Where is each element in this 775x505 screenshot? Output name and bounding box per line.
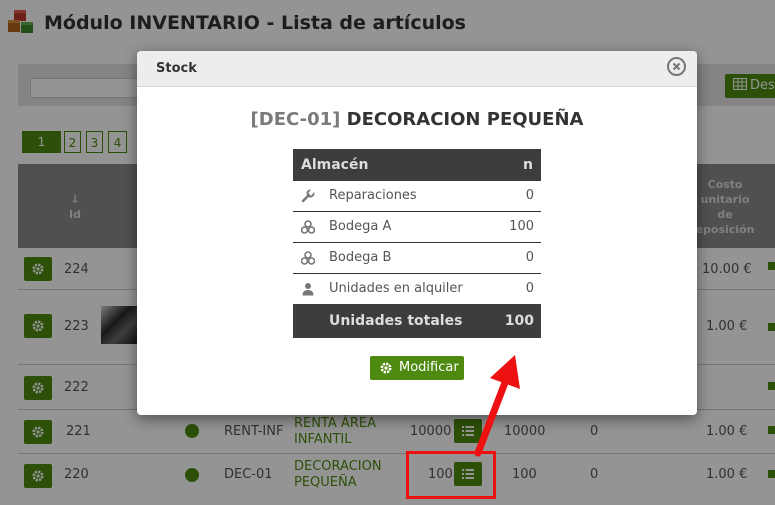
modal-title: Stock xyxy=(156,61,197,76)
stock-modal: Stock [DEC-01] DECORACION PEQUEÑA Almacé… xyxy=(137,51,697,415)
warehouse-column-header: Almacén xyxy=(301,157,369,173)
item-heading: [DEC-01] DECORACION PEQUEÑA xyxy=(137,109,697,130)
item-code: [DEC-01] xyxy=(250,109,341,130)
warehouse-count: 0 xyxy=(525,281,534,296)
stock-table-header: Almacén n xyxy=(293,149,541,181)
boxes-icon xyxy=(301,251,315,265)
stock-total-row: Unidades totales 100 xyxy=(293,304,541,338)
item-name: DECORACION PEQUEÑA xyxy=(346,109,584,130)
close-button[interactable] xyxy=(667,57,686,76)
modify-button[interactable]: Modificar xyxy=(370,356,464,380)
stock-table: Almacén n Reparaciones 0 Bodega A 100 Bo… xyxy=(293,149,541,338)
annotation-arrow-icon xyxy=(474,355,520,457)
boxes-icon xyxy=(301,220,315,234)
warehouse-name: Reparaciones xyxy=(329,188,417,203)
user-icon xyxy=(302,283,314,296)
total-label: Unidades totales xyxy=(329,313,463,329)
warehouse-name: Bodega A xyxy=(329,219,392,234)
wrench-icon xyxy=(301,189,315,203)
gear-icon xyxy=(380,362,392,374)
warehouse-name: Bodega B xyxy=(329,250,392,265)
warehouse-count: 0 xyxy=(525,188,534,203)
stock-row: Bodega A 100 xyxy=(293,212,541,243)
stock-row: Bodega B 0 xyxy=(293,243,541,274)
modify-label: Modificar xyxy=(399,360,459,375)
warehouse-name: Unidades en alquiler xyxy=(329,281,463,296)
total-value: 100 xyxy=(504,313,534,329)
modal-header xyxy=(137,51,697,87)
stock-row: Unidades en alquiler 0 xyxy=(293,274,541,304)
warehouse-count: 0 xyxy=(525,250,534,265)
close-icon xyxy=(672,62,681,71)
warehouse-count: 100 xyxy=(509,219,534,234)
count-column-header: n xyxy=(523,157,533,173)
stock-row: Reparaciones 0 xyxy=(293,181,541,212)
